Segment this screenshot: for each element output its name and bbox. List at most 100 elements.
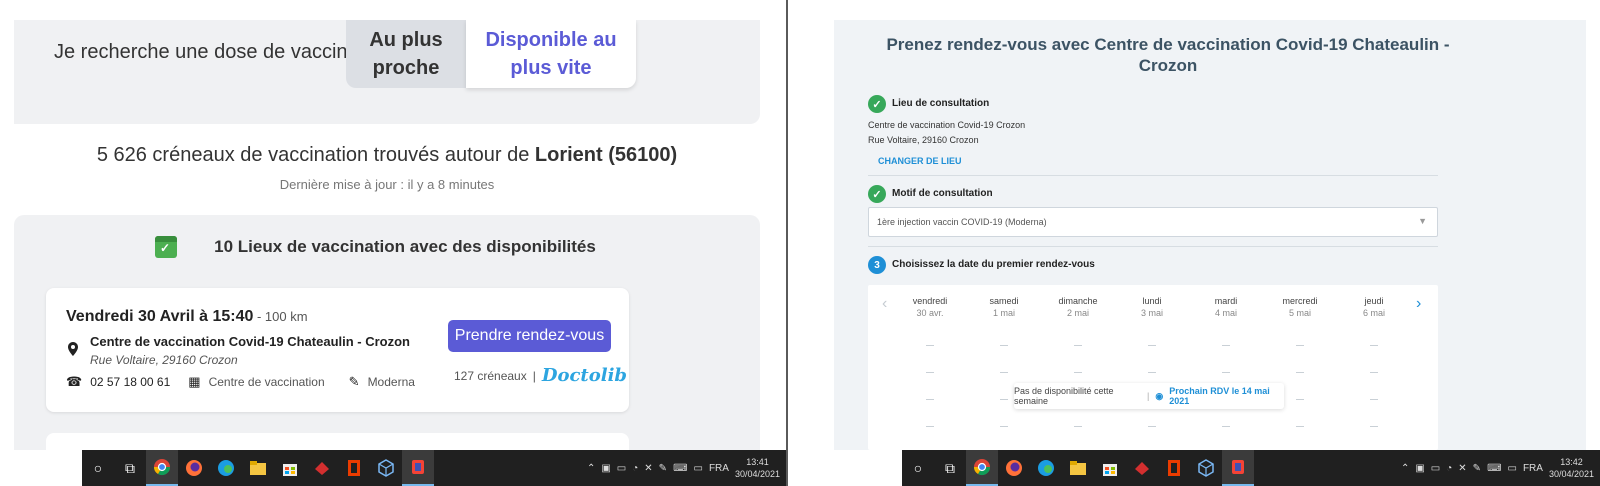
language-indicator[interactable]: FRA (709, 463, 729, 474)
center-type: Centre de vaccination (208, 375, 325, 389)
pen-icon[interactable]: ✎ (659, 463, 667, 474)
empty-slot-dash (926, 399, 934, 400)
booking-title: Prenez rendez-vous avec Centre de vaccin… (886, 35, 1450, 75)
network-icon[interactable]: ◔ (1446, 463, 1452, 474)
change-location-link[interactable]: CHANGER DE LIEU (878, 156, 962, 166)
slots-info: 127 créneaux | Doctolib (454, 365, 627, 386)
clock-date: 30/04/2021 (734, 469, 780, 479)
office-icon[interactable] (1158, 450, 1190, 486)
day-name: jeudi (1364, 296, 1384, 306)
chevron-down-icon: ▼ (1418, 216, 1427, 226)
building-icon: ▦ (188, 374, 201, 389)
cortana-icon[interactable]: ○ (902, 450, 934, 486)
empty-slot-dash (1222, 372, 1230, 373)
day-name: mercredi (1282, 296, 1318, 306)
cube-app-icon[interactable] (370, 450, 402, 486)
nearest-toggle-button[interactable]: Au plus proche (346, 20, 466, 88)
vaccine-type: Moderna (367, 375, 415, 389)
chevron-up-icon[interactable]: ⌃ (587, 463, 595, 474)
chevron-up-icon[interactable]: ⌃ (1401, 463, 1409, 474)
volume-icon[interactable]: ✕ (1458, 463, 1466, 474)
taskbar-search-box[interactable] (14, 450, 82, 486)
vitemadose-app-icon[interactable] (402, 450, 434, 486)
clock[interactable]: 13:41 30/04/2021 (735, 456, 780, 480)
soonest-toggle-button[interactable]: Disponible au plus vite (466, 20, 636, 88)
center-card: Vendredi 30 Avril à 15:40 - 100 km Centr… (46, 288, 629, 412)
motive-value: 1ère injection vaccin COVID-19 (Moderna) (877, 217, 1047, 227)
empty-slot-dash (1222, 345, 1230, 346)
game-icon[interactable] (306, 450, 338, 486)
file-explorer-icon[interactable] (242, 450, 274, 486)
tray-app-icon[interactable]: ▣ (601, 463, 610, 474)
day-column: dimanche 2 mai (1048, 296, 1108, 318)
game-icon[interactable] (1126, 450, 1158, 486)
network-icon[interactable]: ◔ (632, 463, 638, 474)
cube-app-icon[interactable] (1190, 450, 1222, 486)
cortana-icon[interactable]: ○ (82, 450, 114, 486)
appointment-date: Vendredi 30 Avril à 15:40 - 100 km (66, 308, 308, 326)
motive-label: Motif de consultation (892, 188, 993, 199)
firefox-icon[interactable] (178, 450, 210, 486)
store-icon[interactable] (1094, 450, 1126, 486)
slots-separator: | (532, 368, 536, 383)
store-icon[interactable] (274, 450, 306, 486)
page-margin (0, 20, 14, 450)
empty-slot-dash (1370, 372, 1378, 373)
day-date: 2 mai (1066, 308, 1089, 318)
pin-icon (68, 342, 78, 356)
chrome-icon[interactable] (146, 450, 178, 486)
center-info-row: ☎ 02 57 18 00 61 ▦ Centre de vaccination… (66, 374, 415, 390)
search-mode-bar: Je recherche une dose de vaccin : Au plu… (14, 20, 760, 124)
slots-count: 5 626 créneaux de vaccination trouvés au… (14, 144, 760, 167)
location-name: Centre de vaccination Covid-19 Crozon (868, 120, 1026, 130)
firefox-icon[interactable] (998, 450, 1030, 486)
empty-slot-dash (1370, 345, 1378, 346)
tray-app-icon[interactable]: ▣ (1415, 463, 1424, 474)
syringe-icon: ✎ (348, 374, 360, 389)
empty-slot-dash (1148, 372, 1156, 373)
pen-icon[interactable]: ✎ (1473, 463, 1481, 474)
check-icon: ✓ (868, 185, 886, 203)
next-appointment-link[interactable]: Prochain RDV le 14 mai 2021 (1169, 386, 1284, 406)
battery-icon[interactable]: ▭ (1431, 463, 1440, 474)
task-view-icon[interactable]: ⧉ (934, 450, 966, 486)
edge-icon[interactable] (210, 450, 242, 486)
center-name: Centre de vaccination Covid-19 Chateauli… (90, 334, 410, 349)
no-availability-text: Pas de disponibilité cette semaine (1014, 386, 1114, 406)
day-column: jeudi 6 mai (1344, 296, 1404, 318)
location-label: Lieu de consultation (892, 98, 990, 109)
chevron-right-icon[interactable]: › (1416, 295, 1421, 313)
empty-slot-dash (1074, 345, 1082, 346)
vitemadose-app-icon[interactable] (1222, 450, 1254, 486)
office-icon[interactable] (338, 450, 370, 486)
display-icon[interactable]: ▭ (694, 463, 703, 474)
day-column: lundi 3 mai (1122, 296, 1182, 318)
file-explorer-icon[interactable] (1062, 450, 1094, 486)
day-date: 30 avr. (916, 308, 944, 318)
day-name: dimanche (1058, 296, 1098, 306)
clock[interactable]: 13:42 30/04/2021 (1549, 456, 1594, 480)
display-icon[interactable]: ▭ (1508, 463, 1517, 474)
motive-select[interactable]: 1ère injection vaccin COVID-19 (Moderna)… (868, 207, 1438, 237)
chevron-left-icon[interactable]: ‹ (882, 295, 887, 313)
taskbar-search-box[interactable] (834, 450, 902, 486)
task-view-icon[interactable]: ⧉ (114, 450, 146, 486)
next-center-card[interactable] (46, 433, 629, 450)
windows-taskbar: ○ ⧉ ⌃ ▣ ▭ ◔ ✕ ✎ ⌨ ▭ FRA 13:42 30/04/2021 (834, 450, 1600, 486)
edge-icon[interactable] (1030, 450, 1062, 486)
book-appointment-button[interactable]: Prendre rendez-vous (448, 320, 611, 352)
volume-icon[interactable]: ✕ (644, 463, 652, 474)
chrome-icon[interactable] (966, 450, 998, 486)
day-date: 1 mai (992, 308, 1015, 318)
right-browser-pane: Prenez rendez-vous avec Centre de vaccin… (788, 0, 1600, 486)
keyboard-icon[interactable]: ⌨ (1487, 463, 1501, 474)
clock-time: 13:41 (746, 457, 769, 467)
empty-slot-dash (1000, 426, 1008, 427)
language-indicator[interactable]: FRA (1523, 463, 1543, 474)
count-prefix: 5 626 créneaux de vaccination trouvés au… (96, 144, 535, 166)
empty-slot-dash (1074, 426, 1082, 427)
keyboard-icon[interactable]: ⌨ (673, 463, 687, 474)
divider-line (868, 246, 1438, 247)
center-phone[interactable]: 02 57 18 00 61 (90, 375, 170, 389)
battery-icon[interactable]: ▭ (617, 463, 626, 474)
